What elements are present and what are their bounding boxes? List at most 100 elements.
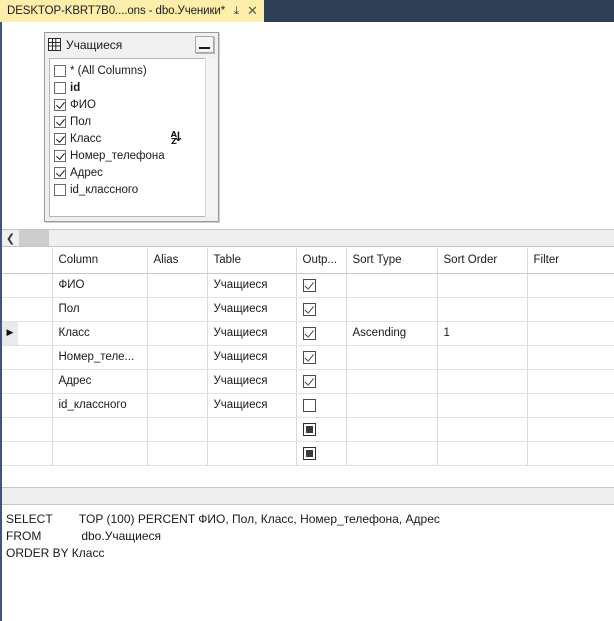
table-node-scrollbar[interactable]: [205, 58, 217, 217]
cell-alias[interactable]: [147, 273, 208, 298]
cell-column[interactable]: Класс: [52, 321, 148, 346]
table-node-header[interactable]: Учащиеся: [45, 33, 218, 56]
cell-alias[interactable]: [147, 369, 208, 394]
table-node-uchaschiesya[interactable]: Учащиеся * (All Columns) id ФИО Пол Клас…: [44, 32, 219, 222]
row-selector[interactable]: [2, 441, 18, 466]
cell-output[interactable]: [296, 393, 347, 418]
column-checkbox[interactable]: [54, 64, 66, 77]
cell-column[interactable]: [52, 417, 148, 442]
cell-column[interactable]: Номер_теле...: [52, 345, 148, 370]
column-checkbox[interactable]: [54, 149, 66, 162]
cell-column[interactable]: ФИО: [52, 273, 148, 298]
table-row[interactable]: Пол Учащиеся: [2, 297, 614, 322]
cell-filter[interactable]: [527, 369, 614, 394]
cell-output[interactable]: [296, 321, 347, 346]
cell-filter[interactable]: [527, 273, 614, 298]
column-item-pol[interactable]: Пол: [52, 113, 205, 130]
row-selector[interactable]: [2, 297, 18, 322]
cell-sort-order[interactable]: [437, 393, 528, 418]
table-row[interactable]: ФИО Учащиеся: [2, 273, 614, 298]
output-checkbox[interactable]: [302, 422, 316, 436]
row-selector[interactable]: ▶: [2, 321, 18, 346]
cell-sort-type[interactable]: [346, 345, 438, 370]
cell-sort-order[interactable]: [437, 345, 528, 370]
table-column-list[interactable]: * (All Columns) id ФИО Пол Класс A Z ↓ Н…: [49, 58, 206, 217]
row-selector[interactable]: [2, 369, 18, 394]
cell-filter[interactable]: [527, 297, 614, 322]
column-checkbox[interactable]: [54, 98, 66, 111]
output-checkbox[interactable]: [302, 278, 316, 292]
cell-filter[interactable]: [527, 417, 614, 442]
cell-filter[interactable]: [527, 321, 614, 346]
cell-sort-type[interactable]: [346, 393, 438, 418]
grid-header-column[interactable]: Column: [52, 248, 148, 274]
sql-pane[interactable]: SELECT TOP (100) PERCENT ФИО, Пол, Класс…: [2, 505, 614, 621]
cell-sort-order[interactable]: [437, 297, 528, 322]
cell-filter[interactable]: [527, 345, 614, 370]
column-checkbox[interactable]: [54, 166, 66, 179]
close-icon[interactable]: ✕: [247, 5, 258, 18]
cell-sort-type[interactable]: [346, 297, 438, 322]
column-checkbox[interactable]: [54, 81, 66, 94]
cell-sort-type[interactable]: [346, 441, 438, 466]
minimize-button[interactable]: [195, 36, 214, 53]
scroll-left-arrow-icon[interactable]: ❮: [2, 230, 19, 246]
table-row[interactable]: [2, 417, 614, 442]
grid-header-table[interactable]: Table: [207, 248, 297, 274]
criteria-grid-pane[interactable]: Column Alias Table Outp... Sort Type Sor…: [2, 247, 614, 488]
table-row[interactable]: Номер_теле... Учащиеся: [2, 345, 614, 370]
row-selector[interactable]: [2, 345, 18, 370]
cell-sort-type[interactable]: [346, 417, 438, 442]
cell-output[interactable]: [296, 369, 347, 394]
output-checkbox[interactable]: [302, 446, 316, 460]
row-selector[interactable]: [2, 273, 18, 298]
row-selector[interactable]: [2, 393, 18, 418]
cell-alias[interactable]: [147, 297, 208, 322]
cell-alias[interactable]: [147, 393, 208, 418]
cell-alias[interactable]: [147, 417, 208, 442]
cell-sort-order[interactable]: [437, 273, 528, 298]
cell-sort-type[interactable]: [346, 369, 438, 394]
table-row[interactable]: id_классного Учащиеся: [2, 393, 614, 418]
grid-header-sort-order[interactable]: Sort Order: [437, 248, 528, 274]
cell-table[interactable]: [207, 417, 297, 442]
cell-output[interactable]: [296, 441, 347, 466]
cell-column[interactable]: id_классного: [52, 393, 148, 418]
cell-sort-order[interactable]: 1: [436, 320, 528, 346]
table-row[interactable]: [2, 441, 614, 466]
cell-table[interactable]: Учащиеся: [207, 297, 297, 322]
cell-alias[interactable]: [147, 345, 208, 370]
output-checkbox[interactable]: [302, 302, 316, 316]
table-row[interactable]: Адрес Учащиеся: [2, 369, 614, 394]
cell-output[interactable]: [296, 417, 347, 442]
cell-table[interactable]: Учащиеся: [207, 369, 297, 394]
output-checkbox[interactable]: [302, 398, 316, 412]
cell-column[interactable]: [52, 441, 148, 466]
cell-output[interactable]: [296, 273, 347, 298]
column-checkbox[interactable]: [54, 183, 66, 196]
cell-sort-order[interactable]: [437, 369, 528, 394]
cell-filter[interactable]: [527, 393, 614, 418]
column-checkbox[interactable]: [54, 132, 66, 145]
output-checkbox[interactable]: [302, 374, 316, 388]
output-checkbox[interactable]: [302, 326, 316, 340]
column-item-nomer-telefona[interactable]: Номер_телефона: [52, 147, 205, 164]
cell-table[interactable]: Учащиеся: [207, 393, 297, 418]
cell-sort-type[interactable]: Ascending: [346, 321, 438, 346]
column-item-klass[interactable]: Класс A Z ↓: [52, 130, 205, 147]
grid-header-filter[interactable]: Filter: [527, 248, 614, 274]
column-item-id-klassnogo[interactable]: id_классного: [52, 181, 205, 198]
column-checkbox[interactable]: [54, 115, 66, 128]
cell-sort-order[interactable]: [437, 441, 528, 466]
grid-header-output[interactable]: Outp...: [296, 248, 347, 274]
column-item-id[interactable]: id: [52, 79, 205, 96]
output-checkbox[interactable]: [302, 350, 316, 364]
column-item-all-columns[interactable]: * (All Columns): [52, 62, 205, 79]
cell-output[interactable]: [296, 297, 347, 322]
scrollbar-thumb[interactable]: [19, 230, 49, 246]
cell-alias[interactable]: [147, 321, 208, 346]
sql-pane-splitter[interactable]: [2, 487, 614, 505]
column-item-adres[interactable]: Адрес: [52, 164, 205, 181]
cell-table[interactable]: Учащиеся: [207, 321, 297, 346]
column-item-fio[interactable]: ФИО: [52, 96, 205, 113]
